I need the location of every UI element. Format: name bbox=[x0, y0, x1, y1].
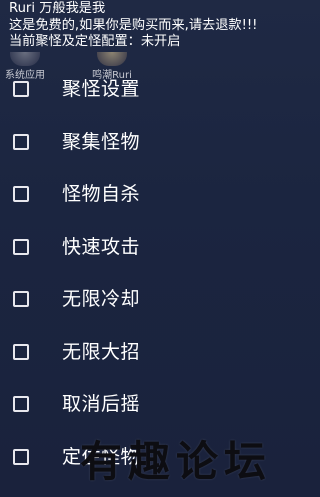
header-line-notice: 这是免费的,如果你是购买而来,请去退款!!! bbox=[9, 17, 258, 33]
menu-item-label: 无限冷却 bbox=[62, 288, 141, 310]
checkbox-icon[interactable] bbox=[13, 448, 29, 465]
menu-item-label: 怪物自杀 bbox=[62, 183, 141, 205]
status-header: Ruri 万般我是我 这是免费的,如果你是购买而来,请去退款!!! 当前聚怪及定… bbox=[9, 1, 309, 51]
forum-watermark: 有趣论坛 bbox=[80, 437, 273, 486]
app-icon bbox=[97, 52, 127, 66]
app-icon bbox=[10, 52, 40, 66]
checkbox-icon[interactable] bbox=[13, 343, 29, 360]
menu-item-label: 聚怪设置 bbox=[62, 78, 141, 100]
header-line-config-status: 当前聚怪及定怪配置：未开启 bbox=[9, 34, 181, 49]
checkbox-icon[interactable] bbox=[13, 291, 29, 307]
menu-item-gather-monsters[interactable]: 聚集怪物 bbox=[0, 118, 311, 170]
menu-item-unlimited-ultimate[interactable]: 无限大招 bbox=[0, 328, 311, 380]
menu-item-monster-suicide[interactable]: 怪物自杀 bbox=[0, 170, 311, 222]
checkbox-icon[interactable] bbox=[13, 81, 29, 97]
menu-item-label: 无限大招 bbox=[62, 340, 141, 363]
menu-item-fast-attack[interactable]: 快速攻击 bbox=[0, 223, 311, 275]
menu-item-gather-settings[interactable]: 聚怪设置 bbox=[0, 65, 311, 117]
menu-item-label: 聚集怪物 bbox=[62, 130, 141, 153]
checkbox-icon[interactable] bbox=[13, 238, 29, 255]
menu-item-cancel-recovery[interactable]: 取消后摇 bbox=[0, 380, 311, 432]
checkbox-icon[interactable] bbox=[13, 186, 29, 202]
header-line-title: Ruri 万般我是我 bbox=[9, 1, 106, 16]
checkbox-icon[interactable] bbox=[13, 133, 29, 150]
menu-item-label: 快速攻击 bbox=[62, 235, 141, 258]
menu-item-no-cooldown[interactable]: 无限冷却 bbox=[0, 275, 311, 327]
checkbox-icon[interactable] bbox=[13, 396, 29, 412]
menu-item-label: 取消后摇 bbox=[62, 393, 141, 415]
